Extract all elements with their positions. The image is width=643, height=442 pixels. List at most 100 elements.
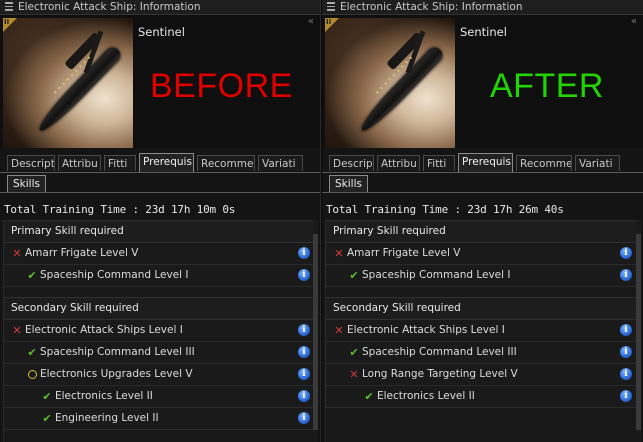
primary-skill-header: Primary Skill required <box>4 221 314 243</box>
subtab-skills[interactable]: Skills <box>329 175 368 192</box>
skill-label: Spaceship Command Level I <box>362 269 511 281</box>
tab-description[interactable]: Descrip <box>329 155 374 171</box>
tab-bar: Descrip Attribu Fitti Prerequis Recomme … <box>322 153 643 173</box>
primary-skill-header: Primary Skill required <box>326 221 636 243</box>
window-title: Electronic Attack Ship: Information <box>18 1 201 13</box>
tab-variations[interactable]: Variati <box>575 155 620 171</box>
overlay-label: AFTER <box>490 67 604 105</box>
info-icon[interactable]: i <box>620 269 632 281</box>
cross-icon: ✕ <box>334 247 344 260</box>
tab-bar: Descript Attribu Fitti Prerequis Recomme… <box>0 153 320 173</box>
info-icon[interactable]: i <box>298 412 310 424</box>
checkmark-icon: ✔ <box>27 346 37 359</box>
double-chevron-icon[interactable]: « <box>631 16 637 27</box>
cross-icon: ✕ <box>349 368 359 381</box>
tech-level-badge: II <box>3 18 17 32</box>
info-icon[interactable]: i <box>298 368 310 380</box>
info-icon[interactable]: i <box>620 346 632 358</box>
skill-row[interactable]: ✔ Spaceship Command Level I i <box>4 265 314 287</box>
checkmark-icon: ✔ <box>349 346 359 359</box>
skill-label: Electronic Attack Ships Level I <box>347 324 505 336</box>
checkmark-icon: ✔ <box>42 412 52 425</box>
skill-row[interactable]: ✔ Engineering Level II i <box>4 408 314 430</box>
tech-badge-label: II <box>326 18 332 26</box>
skill-row[interactable]: ✕ Electronic Attack Ships Level I i <box>326 320 636 342</box>
tab-attributes[interactable]: Attribu <box>377 155 420 171</box>
ship-image <box>3 18 133 148</box>
tab-recommended[interactable]: Recommen <box>197 155 255 171</box>
info-icon[interactable]: i <box>620 247 632 259</box>
ship-image <box>325 18 455 148</box>
tab-description[interactable]: Descript <box>7 155 55 171</box>
checkmark-icon: ✔ <box>42 390 52 403</box>
skill-row[interactable]: ✕ Long Range Targeting Level V i <box>326 364 636 386</box>
double-chevron-icon[interactable]: « <box>308 16 314 27</box>
window-title: Electronic Attack Ship: Information <box>340 1 523 13</box>
secondary-skill-header: Secondary Skill required <box>326 297 636 320</box>
ship-name: Sentinel <box>460 25 507 39</box>
hamburger-icon[interactable] <box>327 2 335 11</box>
info-icon[interactable]: i <box>620 324 632 336</box>
info-icon[interactable]: i <box>298 346 310 358</box>
skill-label: Electronics Upgrades Level V <box>40 368 193 380</box>
skill-label: Electronic Attack Ships Level I <box>25 324 183 336</box>
ship-name: Sentinel <box>138 25 185 39</box>
skill-label: Engineering Level II <box>55 412 159 424</box>
subtab-skills[interactable]: Skills <box>7 175 46 192</box>
cross-icon: ✕ <box>12 247 22 260</box>
info-icon[interactable]: i <box>620 368 632 380</box>
tech-level-badge: II <box>325 18 339 32</box>
skill-row[interactable]: ✕ Electronic Attack Ships Level I i <box>4 320 314 342</box>
ship-header: II Sentinel « AFTER <box>322 15 643 148</box>
skill-row[interactable]: ✕ Amarr Frigate Level V i <box>326 243 636 265</box>
scrollbar-thumb[interactable] <box>636 234 641 430</box>
overlay-label: BEFORE <box>150 67 293 105</box>
tab-attributes[interactable]: Attribu <box>58 155 101 171</box>
tab-recommended[interactable]: Recomme <box>516 155 572 171</box>
subtab-bar: Skills <box>322 174 643 193</box>
scrollbar-thumb[interactable] <box>313 234 318 430</box>
info-icon[interactable]: i <box>620 390 632 402</box>
info-icon[interactable]: i <box>298 324 310 336</box>
skill-label: Spaceship Command Level III <box>40 346 195 358</box>
skill-row[interactable]: ✔ Spaceship Command Level III i <box>4 342 314 364</box>
tab-fitting[interactable]: Fitti <box>423 155 455 171</box>
cross-icon: ✕ <box>334 324 344 337</box>
skill-row[interactable]: ✔ Spaceship Command Level I i <box>326 265 636 287</box>
checkmark-icon: ✔ <box>364 390 374 403</box>
tab-prerequisites[interactable]: Prerequis <box>458 153 513 172</box>
skill-label: Electronics Level II <box>377 390 475 402</box>
cross-icon: ✕ <box>12 324 22 337</box>
scrollbar[interactable] <box>636 220 641 442</box>
skill-row[interactable]: ✔ Spaceship Command Level III i <box>326 342 636 364</box>
hamburger-icon[interactable] <box>5 2 13 11</box>
info-icon[interactable]: i <box>298 269 310 281</box>
tab-prerequisites[interactable]: Prerequis <box>139 153 194 172</box>
skill-row[interactable]: ✕ Amarr Frigate Level V i <box>4 243 314 265</box>
checkmark-icon: ✔ <box>27 269 37 282</box>
circle-icon <box>26 364 38 385</box>
total-training-time: Total Training Time : 23d 17h 10m 0s <box>4 203 236 216</box>
info-icon[interactable]: i <box>298 247 310 259</box>
window-titlebar[interactable]: Electronic Attack Ship: Information <box>322 0 643 15</box>
scrollbar[interactable] <box>313 220 318 442</box>
info-window-before: Electronic Attack Ship: Information II S… <box>0 0 321 442</box>
subtab-bar: Skills <box>0 174 320 193</box>
skill-label: Electronics Level II <box>55 390 153 402</box>
tab-fitting[interactable]: Fitti <box>104 155 136 171</box>
checkmark-icon: ✔ <box>349 269 359 282</box>
skill-row[interactable]: Electronics Upgrades Level V i <box>4 364 314 386</box>
tab-variations[interactable]: Variati <box>258 155 303 171</box>
secondary-skill-header: Secondary Skill required <box>4 297 314 320</box>
info-icon[interactable]: i <box>298 390 310 402</box>
skill-label: Spaceship Command Level III <box>362 346 517 358</box>
info-window-after: Electronic Attack Ship: Information II S… <box>322 0 643 442</box>
ship-header: II Sentinel « BEFORE <box>0 15 320 148</box>
skill-list: Primary Skill required ✕ Amarr Frigate L… <box>325 220 637 442</box>
window-titlebar[interactable]: Electronic Attack Ship: Information <box>0 0 320 15</box>
skill-row[interactable]: ✔ Electronics Level II i <box>4 386 314 408</box>
skill-label: Amarr Frigate Level V <box>347 247 461 259</box>
tech-badge-label: II <box>4 18 10 26</box>
skill-row[interactable]: ✔ Electronics Level II i <box>326 386 636 408</box>
total-training-time: Total Training Time : 23d 17h 26m 40s <box>326 203 564 216</box>
